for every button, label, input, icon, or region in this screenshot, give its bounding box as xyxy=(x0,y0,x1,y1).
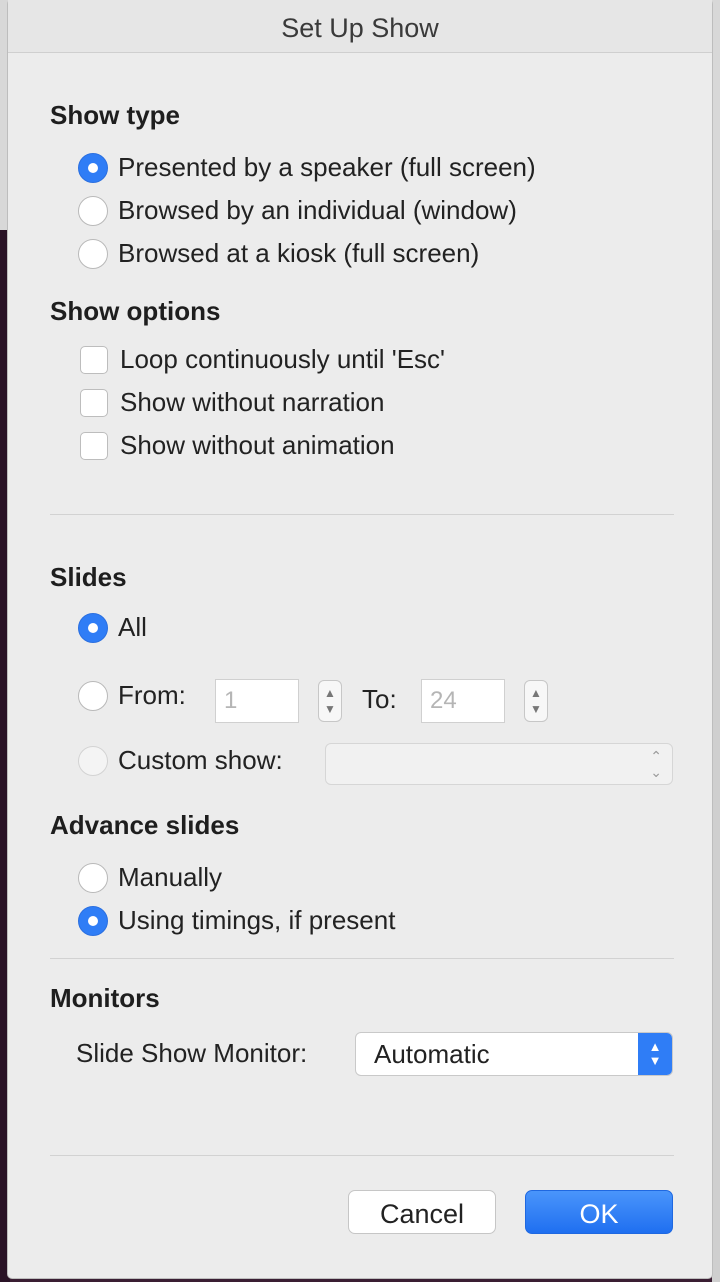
slide-show-monitor-label: Slide Show Monitor: xyxy=(76,1038,308,1068)
radio-button[interactable] xyxy=(78,680,108,711)
chevron-down-icon: ▼ xyxy=(530,702,542,716)
radio-advance-manually[interactable]: Manually xyxy=(78,862,222,893)
checkbox-label: Show without animation xyxy=(120,430,395,460)
set-up-show-dialog: Set Up Show Show type Presented by a spe… xyxy=(8,0,712,1278)
show-options-heading: Show options xyxy=(50,296,221,326)
monitor-select-value: Automatic xyxy=(374,1039,490,1069)
radio-button-selected[interactable] xyxy=(78,152,108,183)
radio-button-selected[interactable] xyxy=(78,612,108,643)
custom-show-select[interactable]: ⌃ ⌄ xyxy=(325,743,673,785)
advance-slides-heading: Advance slides xyxy=(50,810,240,840)
checkbox-without-animation[interactable]: Show without animation xyxy=(80,430,395,461)
radio-presented-by-speaker[interactable]: Presented by a speaker (full screen) xyxy=(78,152,536,183)
background-window-right xyxy=(712,230,720,1282)
radio-custom-show[interactable]: Custom show: xyxy=(78,745,283,776)
show-type-heading: Show type xyxy=(50,100,181,130)
chevron-up-icon: ▲ xyxy=(324,686,336,700)
to-slide-stepper[interactable]: ▲ ▼ xyxy=(524,680,548,722)
select-arrows-icon: ⌃ ⌄ xyxy=(650,748,662,780)
radio-browsed-by-individual[interactable]: Browsed by an individual (window) xyxy=(78,195,517,226)
cancel-button[interactable]: Cancel xyxy=(348,1190,496,1234)
radio-button-selected[interactable] xyxy=(78,905,108,936)
from-slide-stepper[interactable]: ▲ ▼ xyxy=(318,680,342,722)
radio-label: Browsed at a kiosk (full screen) xyxy=(118,238,480,268)
radio-advance-using-timings[interactable]: Using timings, if present xyxy=(78,905,395,936)
radio-browsed-at-kiosk[interactable]: Browsed at a kiosk (full screen) xyxy=(78,238,479,269)
dialog-title: Set Up Show xyxy=(8,0,712,53)
ok-button[interactable]: OK xyxy=(525,1190,673,1234)
chevron-up-icon: ▲ xyxy=(530,686,542,700)
radio-button-disabled[interactable] xyxy=(78,745,108,776)
checkbox[interactable] xyxy=(80,345,108,374)
to-label: To: xyxy=(362,684,397,714)
slides-heading: Slides xyxy=(50,562,127,592)
radio-label: Browsed by an individual (window) xyxy=(118,195,517,225)
monitors-heading: Monitors xyxy=(50,983,160,1013)
radio-label: From: xyxy=(118,680,186,710)
checkbox-label: Show without narration xyxy=(120,387,385,417)
radio-button[interactable] xyxy=(78,238,108,269)
radio-label: Presented by a speaker (full screen) xyxy=(118,152,536,182)
radio-slides-all[interactable]: All xyxy=(78,612,147,643)
checkbox-label: Loop continuously until 'Esc' xyxy=(120,344,446,374)
checkbox-loop-continuously[interactable]: Loop continuously until 'Esc' xyxy=(80,344,445,375)
divider xyxy=(50,1155,674,1156)
slide-show-monitor-select[interactable]: Automatic ▲ ▼ xyxy=(355,1032,673,1076)
radio-label: Using timings, if present xyxy=(118,905,396,935)
from-slide-field[interactable]: 1 xyxy=(215,679,299,723)
chevron-down-icon: ▼ xyxy=(324,702,336,716)
checkbox[interactable] xyxy=(80,431,108,460)
divider xyxy=(50,514,674,515)
radio-button[interactable] xyxy=(78,862,108,893)
checkbox[interactable] xyxy=(80,388,108,417)
select-arrows-icon: ▲ ▼ xyxy=(638,1033,672,1075)
checkbox-without-narration[interactable]: Show without narration xyxy=(80,387,384,418)
divider xyxy=(50,958,674,959)
to-slide-field[interactable]: 24 xyxy=(421,679,505,723)
radio-slides-from[interactable]: From: xyxy=(78,680,186,711)
radio-button[interactable] xyxy=(78,195,108,226)
radio-label: Manually xyxy=(118,862,223,892)
radio-label: All xyxy=(118,612,147,642)
radio-label: Custom show: xyxy=(118,745,283,775)
